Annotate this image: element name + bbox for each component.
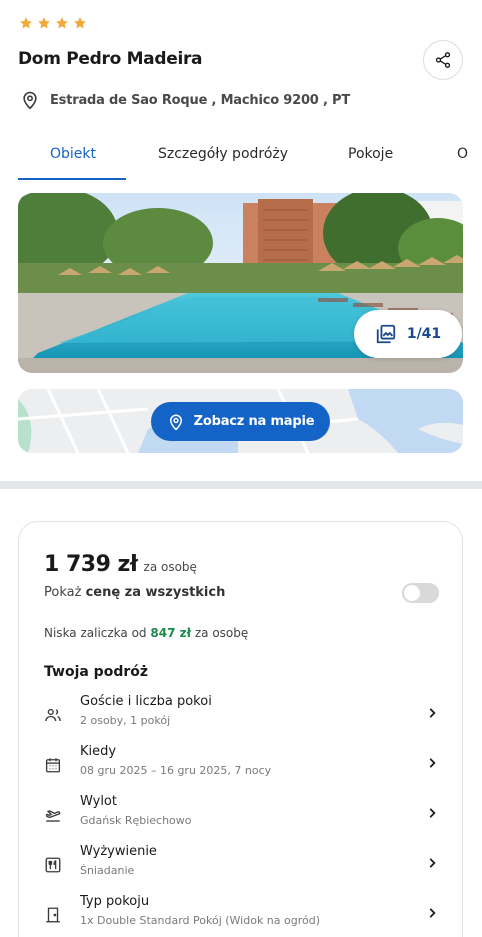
chevron-right-icon <box>429 708 436 718</box>
star-icon <box>56 17 68 29</box>
toggle-knob <box>404 585 420 601</box>
trip-item-value: Śniadanie <box>80 864 135 877</box>
share-icon <box>435 52 451 68</box>
guests-icon <box>45 708 61 722</box>
door-icon <box>46 907 60 923</box>
trip-item-departure[interactable]: Wylot Gdańsk Rębiechowo <box>44 794 444 834</box>
trip-item-label: Kiedy <box>80 744 117 759</box>
hotel-name: Dom Pedro Madeira <box>18 49 203 69</box>
toggle-label-prefix: Pokaż <box>44 585 86 600</box>
hotel-photo-gallery[interactable]: 1/41 <box>18 193 463 373</box>
tab-bar: Obiekt Szczegóły podróży Pokoje O <box>0 138 482 180</box>
show-total-price-toggle[interactable] <box>402 583 439 603</box>
meal-icon <box>45 857 61 873</box>
deposit-prefix: Niska zaliczka od <box>44 626 151 640</box>
active-tab-indicator <box>18 178 126 180</box>
trip-item-label: Typ pokoju <box>80 894 150 909</box>
show-total-price-label: Pokaż cenę za wszystkich <box>44 585 225 600</box>
deposit-info: Niska zaliczka od 847 zł za osobę <box>44 626 248 640</box>
trip-section-title: Twoja podróż <box>44 664 149 680</box>
location-pin-icon <box>23 91 37 110</box>
tab-pokoje[interactable]: Pokoje <box>348 146 393 162</box>
tab-opinie[interactable]: O <box>457 146 468 162</box>
tab-obiekt[interactable]: Obiekt <box>50 146 96 162</box>
trip-item-value: 2 osoby, 1 pokój <box>80 714 171 727</box>
trip-item-value: 08 gru 2025 – 16 gru 2025, 7 nocy <box>80 764 272 777</box>
chevron-right-icon <box>429 758 436 768</box>
tab-szczegoly-podrozy[interactable]: Szczegóły podróży <box>158 146 288 162</box>
gallery-icon <box>376 324 395 344</box>
deposit-amount: 847 zł <box>150 626 192 640</box>
map-preview[interactable]: Zobacz na mapie <box>18 389 463 453</box>
view-on-map-button[interactable]: Zobacz na mapie <box>151 402 330 441</box>
calendar-icon <box>45 758 61 773</box>
booking-card: 1 739 zł za osobę Pokaż cenę za wszystki… <box>18 521 463 937</box>
trip-item-room-type[interactable]: Typ pokoju 1x Double Standard Pokój (Wid… <box>44 894 444 934</box>
trip-item-meals[interactable]: Wyżywienie Śniadanie <box>44 844 444 884</box>
location-pin-icon <box>169 414 182 431</box>
price-row: 1 739 zł za osobę <box>44 552 197 577</box>
star-icon <box>38 17 50 29</box>
trip-item-label: Wyżywienie <box>80 844 157 859</box>
star-icon <box>20 17 32 29</box>
trip-item-value: 1x Double Standard Pokój (Widok na ogród… <box>80 914 321 927</box>
plane-departure-icon <box>45 810 61 822</box>
address-text: Estrada de Sao Roque , Machico 9200 , PT <box>50 92 351 108</box>
deposit-suffix: za osobę <box>191 626 249 640</box>
trip-item-dates[interactable]: Kiedy 08 gru 2025 – 16 gru 2025, 7 nocy <box>44 744 444 784</box>
star-icon <box>74 17 86 29</box>
star-rating <box>19 16 87 30</box>
hotel-address: Estrada de Sao Roque , Machico 9200 , PT <box>20 90 350 110</box>
chevron-right-icon <box>429 908 436 918</box>
trip-item-label: Goście i liczba pokoi <box>80 694 212 709</box>
trip-item-value: Gdańsk Rębiechowo <box>80 814 192 827</box>
view-on-map-label: Zobacz na mapie <box>193 414 315 429</box>
gallery-counter-button[interactable]: 1/41 <box>354 310 462 358</box>
trip-item-guests[interactable]: Goście i liczba pokoi 2 osoby, 1 pokój <box>44 694 444 734</box>
gallery-counter: 1/41 <box>406 326 442 342</box>
chevron-right-icon <box>429 808 436 818</box>
chevron-right-icon <box>429 858 436 868</box>
price-amount: 1 739 zł <box>44 552 138 577</box>
section-divider <box>0 481 482 489</box>
share-button[interactable] <box>423 40 463 80</box>
price-unit: za osobę <box>143 560 197 574</box>
trip-item-label: Wylot <box>80 794 117 809</box>
toggle-label-bold: cenę za wszystkich <box>85 585 226 600</box>
